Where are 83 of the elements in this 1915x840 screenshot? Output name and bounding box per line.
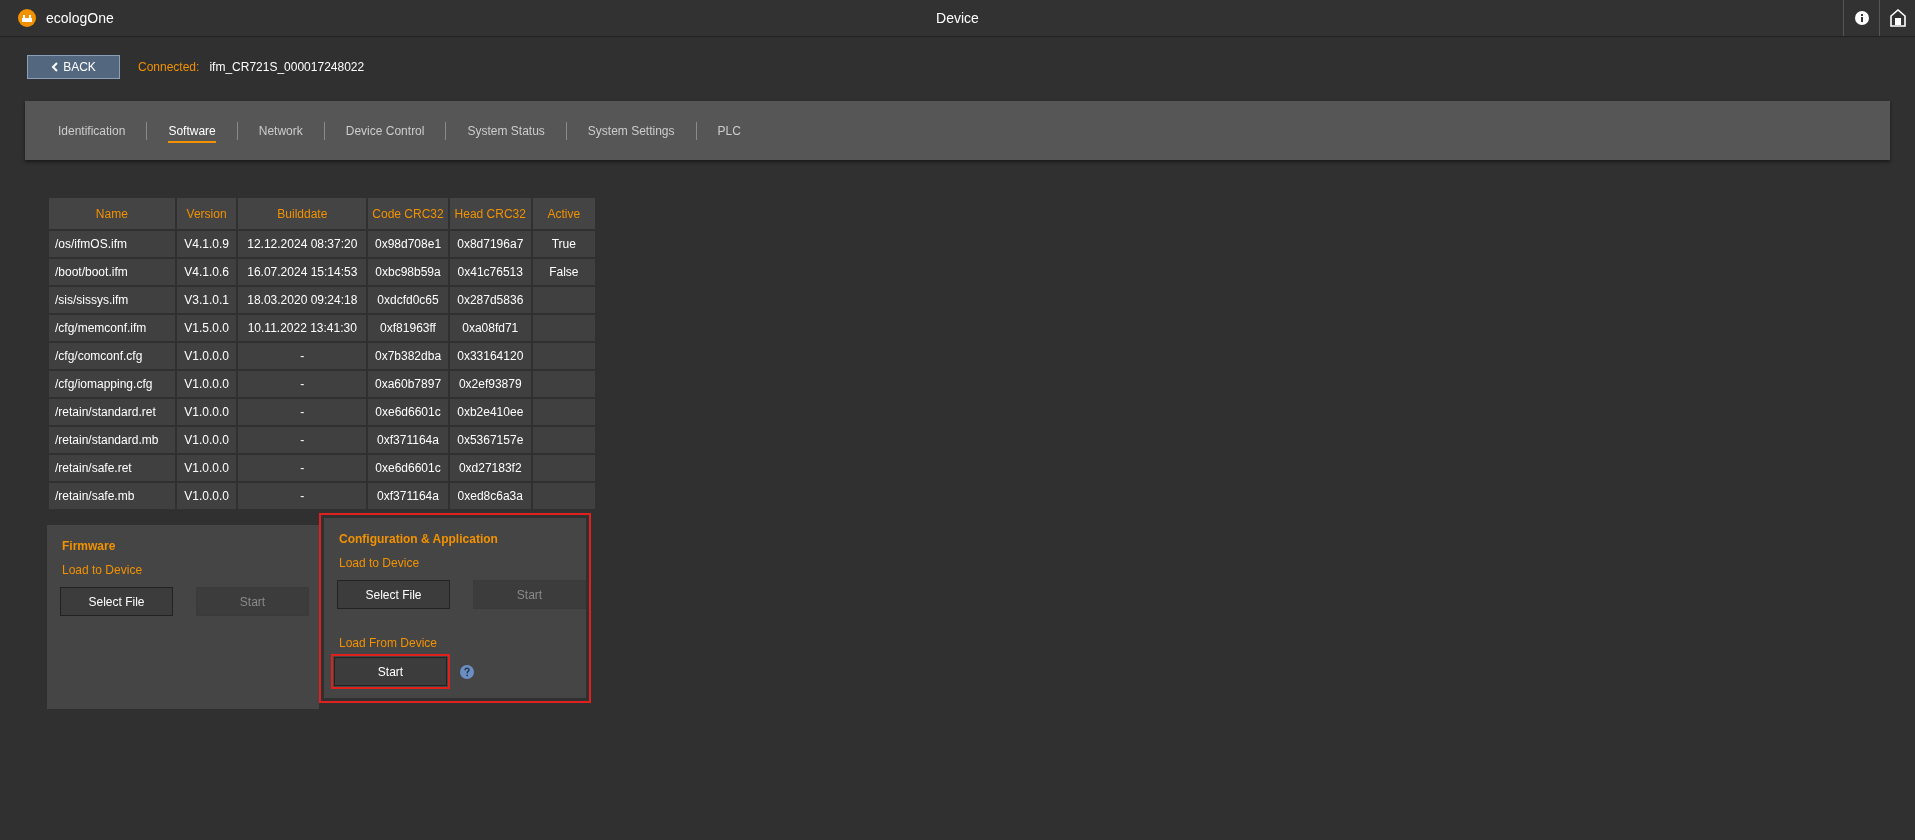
table-cell: V1.0.0.0	[175, 426, 238, 454]
column-header: Active	[531, 197, 596, 230]
column-header: Version	[175, 197, 238, 230]
table-cell: V1.5.0.0	[175, 314, 238, 342]
tab[interactable]: PLC	[696, 119, 762, 142]
table-cell: -	[237, 370, 368, 398]
table-cell: 0x33164120	[448, 342, 532, 370]
table-cell: 0xf371164a	[367, 482, 449, 510]
table-cell: /cfg/iomapping.cfg	[48, 370, 176, 398]
home-icon	[1889, 9, 1906, 27]
column-header: Code CRC32	[367, 197, 449, 230]
tab[interactable]: Device Control	[324, 119, 446, 142]
window-title: Device	[936, 10, 979, 26]
table-cell: 18.03.2020 09:24:18	[237, 286, 368, 314]
table-cell: 0x41c76513	[448, 258, 532, 286]
table-cell: V4.1.0.6	[175, 258, 238, 286]
table-cell: 0xf81963ff	[367, 314, 449, 342]
table-cell: -	[237, 342, 368, 370]
table-cell: -	[237, 454, 368, 482]
action-button[interactable]: Start	[334, 657, 447, 686]
table-cell: V1.0.0.0	[175, 482, 238, 510]
back-button[interactable]: BACK	[27, 55, 120, 79]
column-header: Name	[48, 197, 176, 230]
table-cell: /retain/standard.ret	[48, 398, 176, 426]
table-cell: -	[237, 482, 368, 510]
table-cell: 16.07.2024 15:14:53	[237, 258, 368, 286]
table-cell: 0xa60b7897	[367, 370, 449, 398]
table-cell: /os/ifmOS.ifm	[48, 230, 176, 258]
chevron-left-icon	[51, 62, 59, 72]
table-cell: -	[237, 426, 368, 454]
table-cell: -	[237, 398, 368, 426]
table-cell: 0x98d708e1	[367, 230, 449, 258]
app-name: ecologOne	[46, 10, 114, 26]
table-cell: V1.0.0.0	[175, 370, 238, 398]
help-icon[interactable]	[460, 664, 474, 679]
logo-icon	[18, 9, 36, 27]
action-button[interactable]: Select File	[60, 587, 173, 616]
table-cell: V1.0.0.0	[175, 342, 238, 370]
group-label: Load From Device	[339, 636, 439, 650]
table-cell: 0xbc98b59a	[367, 258, 449, 286]
table-cell: True	[531, 230, 596, 258]
table-cell: /retain/standard.mb	[48, 426, 176, 454]
table-cell: V4.1.0.9	[175, 230, 238, 258]
section-title: Configuration & Application	[339, 532, 499, 546]
connection-label: Connected:	[138, 60, 200, 74]
action-button[interactable]: Select File	[337, 580, 450, 609]
table-cell: 0xb2e410ee	[448, 398, 532, 426]
table-cell: 0xa08fd71	[448, 314, 532, 342]
table-cell: /retain/safe.mb	[48, 482, 176, 510]
table-cell: 12.12.2024 08:37:20	[237, 230, 368, 258]
info-icon	[1854, 11, 1869, 25]
column-header: Builddate	[237, 197, 368, 230]
tab[interactable]: System Settings	[566, 119, 696, 142]
table-cell: 0xf371164a	[367, 426, 449, 454]
group-label: Load to Device	[339, 556, 421, 570]
group-label: Load to Device	[62, 563, 144, 577]
table-cell: /boot/boot.ifm	[48, 258, 176, 286]
table-cell: V1.0.0.0	[175, 454, 238, 482]
table-cell: 0xed8c6a3a	[448, 482, 532, 510]
table-cell: /sis/sissys.ifm	[48, 286, 176, 314]
section-title: Firmware	[62, 539, 117, 553]
table-cell: 0xdcfd0c65	[367, 286, 449, 314]
table-cell: 0x287d5836	[448, 286, 532, 314]
table-cell: /cfg/memconf.ifm	[48, 314, 176, 342]
table-cell: 0x5367157e	[448, 426, 532, 454]
table-cell: 0x8d7196a7	[448, 230, 532, 258]
tab[interactable]: System Status	[446, 119, 566, 142]
table-cell: 0x7b382dba	[367, 342, 449, 370]
table-cell: 0x2ef93879	[448, 370, 532, 398]
table-cell: V1.0.0.0	[175, 398, 238, 426]
table-cell: 10.11.2022 13:41:30	[237, 314, 368, 342]
tab[interactable]: Identification	[37, 119, 147, 142]
table-cell: /cfg/comconf.cfg	[48, 342, 176, 370]
table-cell: /retain/safe.ret	[48, 454, 176, 482]
table-cell: 0xd27183f2	[448, 454, 532, 482]
table-cell: 0xe6d6601c	[367, 398, 449, 426]
tab[interactable]: Network	[237, 119, 324, 142]
table-cell: False	[531, 258, 596, 286]
table-cell: V3.1.0.1	[175, 286, 238, 314]
column-header: Head CRC32	[448, 197, 532, 230]
tab[interactable]: Software	[147, 119, 237, 142]
table-cell: 0xe6d6601c	[367, 454, 449, 482]
device-name: ifm_CR721S_000017248022	[209, 60, 365, 74]
